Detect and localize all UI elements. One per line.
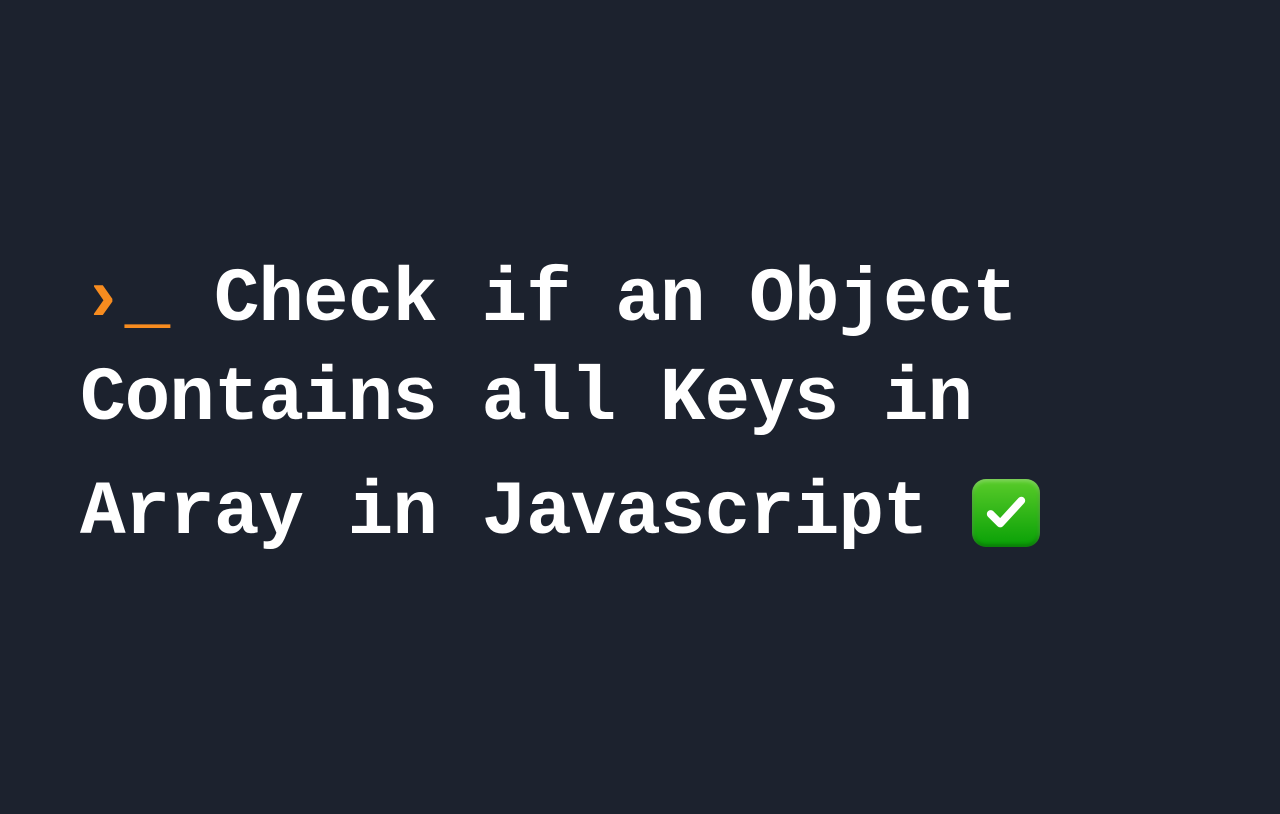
prompt-underscore-icon: _	[125, 257, 170, 343]
title-text: Check if an Object Contains all Keys in …	[80, 257, 1017, 556]
article-title: ›_ Check if an Object Contains all Keys …	[80, 251, 1200, 562]
checkmark-icon	[972, 464, 1040, 563]
prompt-caret-icon: ›	[80, 257, 125, 343]
